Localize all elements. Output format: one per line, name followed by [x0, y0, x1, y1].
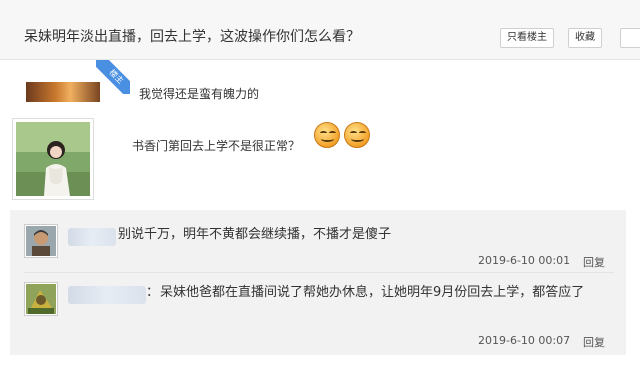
comment-avatar[interactable]	[24, 224, 58, 258]
post-text-line1: 我觉得还是蛮有魄力的	[139, 87, 260, 101]
comment-username[interactable]	[68, 228, 116, 246]
smile-emoji-icon	[314, 122, 340, 148]
reply-button[interactable]: 回复	[583, 334, 605, 350]
comment-time: 2019-6-10 00:07	[478, 334, 571, 347]
favorite-button[interactable]: 收藏	[568, 28, 602, 48]
owner-badge-label: 楼主	[96, 60, 130, 94]
comment-section: 别说千万，明年不黄都会继续播，不播才是傻子 2019-6-10 00:01 回复…	[10, 210, 626, 355]
smile-emoji-icon	[344, 122, 370, 148]
post-image-photo	[16, 122, 90, 196]
avatar-character-icon	[26, 284, 56, 314]
post-text-line2: 书香门第回去上学不是很正常？	[132, 139, 301, 153]
comment-avatar[interactable]	[24, 282, 58, 316]
divider	[24, 272, 614, 273]
post-image[interactable]	[12, 118, 94, 200]
reply-button[interactable]: 回复	[583, 254, 605, 270]
comment-text: 别说千万，明年不黄都会继续播，不播才是傻子	[118, 227, 392, 242]
avatar[interactable]	[26, 82, 100, 102]
comment-text: 呆妹他爸都在直播间说了帮她办休息，让她明年9月份回去上学，都答应了	[160, 285, 585, 300]
more-button[interactable]	[620, 28, 640, 48]
owner-badge: 楼主	[96, 60, 130, 94]
avatar-warrior-icon	[26, 226, 56, 256]
comment-time: 2019-6-10 00:01	[478, 254, 571, 267]
only-owner-button[interactable]: 只看楼主	[500, 28, 554, 48]
thread-title: 呆妹明年淡出直播，回去上学，这波操作你们怎么看？	[24, 29, 360, 45]
thread-header: 呆妹明年淡出直播，回去上学，这波操作你们怎么看？ 只看楼主 收藏	[0, 0, 640, 60]
